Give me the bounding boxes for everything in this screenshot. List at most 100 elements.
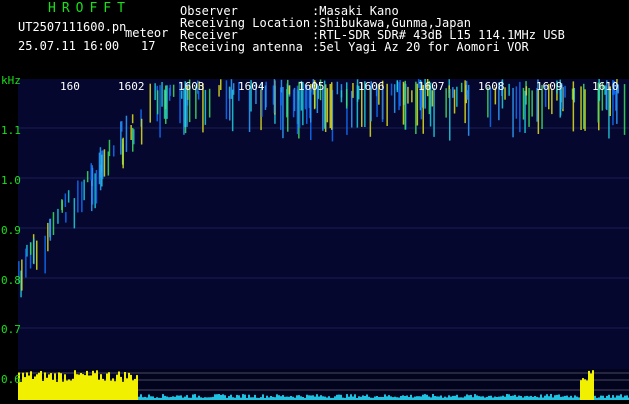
meteor-echo bbox=[130, 125, 132, 140]
meteor-echo bbox=[44, 235, 46, 274]
level-bar bbox=[422, 394, 424, 400]
app-title: HROFFT bbox=[48, 1, 131, 16]
meteor-echo bbox=[120, 121, 122, 155]
meteor-echo bbox=[623, 84, 626, 135]
spectrogram-svg bbox=[18, 79, 629, 329]
meteor-echo bbox=[113, 145, 115, 157]
level-bar bbox=[564, 395, 566, 400]
level-bar bbox=[70, 380, 72, 400]
meteor-echo bbox=[98, 152, 101, 185]
level-bar bbox=[136, 375, 138, 400]
level-bar bbox=[466, 394, 468, 400]
level-bar bbox=[106, 373, 108, 400]
level-bar bbox=[364, 396, 366, 400]
level-bar bbox=[98, 379, 100, 400]
meteor-echo bbox=[86, 171, 89, 183]
level-bar bbox=[336, 394, 338, 400]
meteor-echo bbox=[515, 86, 518, 119]
y-tick-label: 1.1 bbox=[1, 124, 21, 137]
level-bar bbox=[276, 394, 278, 400]
meteor-echo bbox=[64, 193, 67, 207]
level-bar bbox=[444, 396, 446, 400]
meteor-echo bbox=[345, 89, 348, 109]
level-bar bbox=[400, 396, 402, 400]
level-bar bbox=[96, 370, 98, 400]
level-bar bbox=[470, 394, 472, 400]
level-bar bbox=[362, 395, 364, 400]
meteor-count-value: 17 bbox=[141, 39, 156, 53]
level-bar bbox=[238, 395, 240, 400]
level-bar bbox=[534, 396, 536, 400]
level-bar bbox=[500, 396, 502, 400]
level-bar bbox=[300, 396, 302, 400]
meteor-echo bbox=[536, 88, 538, 122]
level-bar bbox=[586, 380, 588, 400]
meteor-echo bbox=[310, 88, 312, 123]
level-bar bbox=[514, 394, 516, 400]
level-bar bbox=[328, 396, 330, 400]
meteor-echo bbox=[204, 89, 207, 125]
level-bar bbox=[124, 372, 126, 400]
level-bar bbox=[24, 377, 26, 400]
level-bar bbox=[546, 394, 548, 400]
level-bar bbox=[52, 379, 54, 400]
level-bar bbox=[290, 396, 292, 400]
level-bar bbox=[520, 396, 522, 400]
meteor-echo bbox=[525, 86, 528, 96]
level-bar bbox=[118, 371, 120, 400]
level-bar bbox=[416, 396, 418, 400]
meteor-echo bbox=[460, 82, 463, 93]
level-bar bbox=[28, 375, 30, 400]
meteor-echo bbox=[52, 212, 55, 235]
meteor-echo bbox=[411, 90, 413, 103]
level-bar bbox=[58, 372, 60, 400]
level-bar bbox=[354, 394, 356, 400]
level-bar bbox=[434, 396, 436, 400]
meteor-echo bbox=[95, 170, 98, 204]
meteor-echo bbox=[159, 85, 161, 138]
level-bar bbox=[220, 395, 222, 400]
level-bar bbox=[548, 396, 550, 400]
meteor-echo bbox=[166, 85, 168, 119]
level-bar bbox=[376, 396, 378, 400]
level-bar bbox=[530, 395, 532, 400]
level-bar bbox=[266, 395, 268, 400]
level-bar bbox=[590, 373, 592, 400]
level-bar bbox=[456, 394, 458, 400]
level-bar bbox=[262, 394, 264, 400]
level-bar bbox=[172, 396, 174, 400]
level-bar bbox=[90, 375, 92, 400]
meteor-echo bbox=[229, 87, 231, 121]
level-bar bbox=[314, 396, 316, 400]
meteor-echo bbox=[489, 87, 492, 127]
level-bar bbox=[608, 394, 610, 400]
y-tick-label: 0.7 bbox=[1, 323, 21, 336]
level-bar bbox=[150, 396, 152, 400]
level-bar bbox=[34, 376, 36, 400]
level-bar bbox=[612, 395, 614, 400]
meteor-echo bbox=[564, 85, 566, 98]
meteor-echo bbox=[168, 88, 171, 101]
x-tick-label: 1602 bbox=[118, 80, 145, 93]
level-bar bbox=[122, 381, 124, 400]
level-bar bbox=[112, 378, 114, 400]
level-bar bbox=[322, 396, 324, 400]
meteor-echo bbox=[393, 84, 396, 113]
meteor-echo bbox=[208, 88, 211, 118]
meteor-echo bbox=[522, 87, 525, 120]
level-bar bbox=[92, 370, 94, 400]
info-value-antenna: :5el Yagi Az 20 for Aomori VOR bbox=[312, 40, 529, 54]
meteor-echo bbox=[67, 190, 70, 203]
level-bar bbox=[366, 394, 368, 400]
x-tick-label: 1605 bbox=[298, 80, 325, 93]
level-bar bbox=[44, 372, 46, 400]
meteor-echo bbox=[77, 180, 79, 213]
meteor-echo bbox=[161, 82, 163, 107]
level-bar bbox=[540, 394, 542, 400]
meteor-echo bbox=[30, 242, 32, 255]
meteor-echo bbox=[287, 79, 289, 132]
meteor-echo bbox=[172, 84, 175, 97]
meteor-echo bbox=[519, 81, 521, 133]
level-bar bbox=[498, 396, 500, 400]
level-bar bbox=[248, 394, 250, 400]
